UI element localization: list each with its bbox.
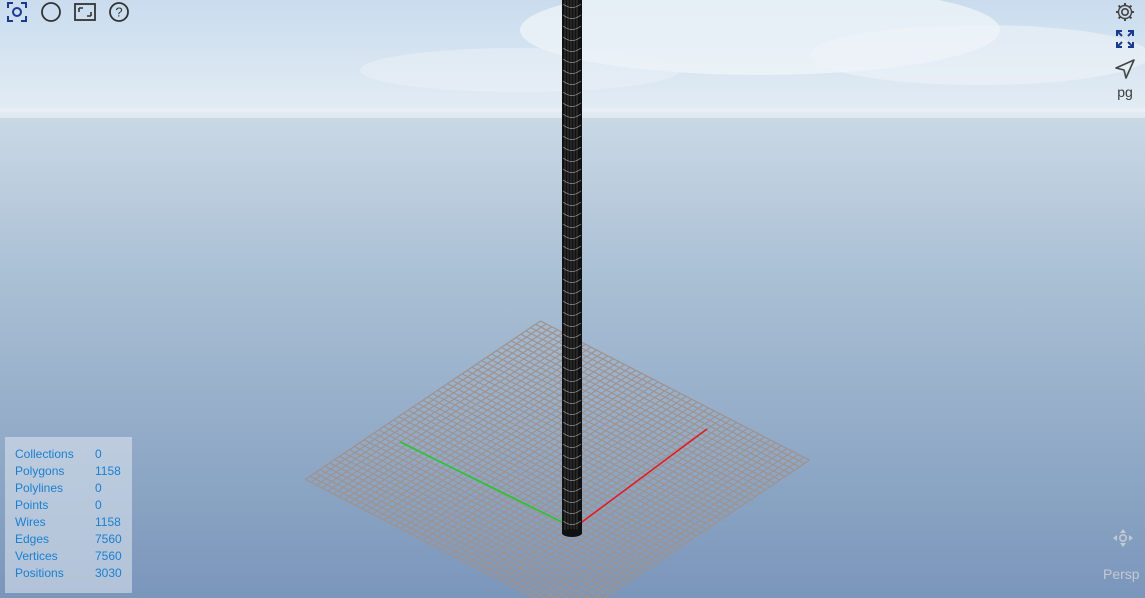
mesh-base — [562, 529, 582, 537]
navigate-button[interactable] — [1112, 57, 1138, 81]
mesh-column — [562, 0, 582, 537]
zoom-fit-icon — [7, 2, 27, 22]
fullscreen-icon — [1116, 30, 1134, 48]
frame-icon — [74, 3, 96, 21]
stat-label: Vertices — [15, 549, 58, 563]
stat-value: 0 — [95, 447, 102, 461]
help-button[interactable]: ? — [106, 0, 132, 24]
cloud — [360, 48, 680, 92]
settings-gear-icon — [1116, 3, 1134, 21]
stat-value: 7560 — [95, 532, 122, 546]
stat-label: Polygons — [15, 464, 65, 478]
camera-mode-label[interactable]: Persp — [1103, 566, 1140, 582]
stat-label: Positions — [15, 566, 64, 580]
3d-viewport[interactable]: ? pg Collections 0 Polygons 1158 Polylines 0 P… — [0, 0, 1145, 598]
scene-canvas[interactable] — [0, 0, 1145, 598]
stat-label: Polylines — [15, 481, 64, 495]
stat-value: 3030 — [95, 566, 122, 580]
stat-label: Collections — [15, 447, 74, 461]
help-icon: ? — [109, 2, 129, 22]
projection-label[interactable]: pg — [1112, 84, 1138, 100]
zoom-fit-button[interactable] — [4, 0, 30, 24]
stat-label: Wires — [15, 515, 46, 529]
stat-value: 1158 — [95, 515, 121, 529]
circle-button[interactable] — [38, 0, 64, 24]
stat-value: 7560 — [95, 549, 122, 563]
frame-button[interactable] — [72, 0, 98, 24]
cloud — [810, 25, 1145, 85]
stat-label: Edges — [15, 532, 50, 546]
navigate-arrow-icon — [1115, 59, 1135, 79]
orbit-icon[interactable] — [1112, 528, 1134, 548]
stat-label: Points — [15, 498, 49, 512]
stat-value: 0 — [95, 498, 102, 512]
stat-value: 0 — [95, 481, 102, 495]
stats-panel: Collections 0 Polygons 1158 Polylines 0 Points… — [5, 437, 132, 593]
settings-button[interactable] — [1112, 0, 1138, 24]
fullscreen-button[interactable] — [1112, 27, 1138, 51]
circle-icon — [41, 2, 61, 22]
svg-text:?: ? — [115, 5, 122, 20]
stat-value: 1158 — [95, 464, 121, 478]
